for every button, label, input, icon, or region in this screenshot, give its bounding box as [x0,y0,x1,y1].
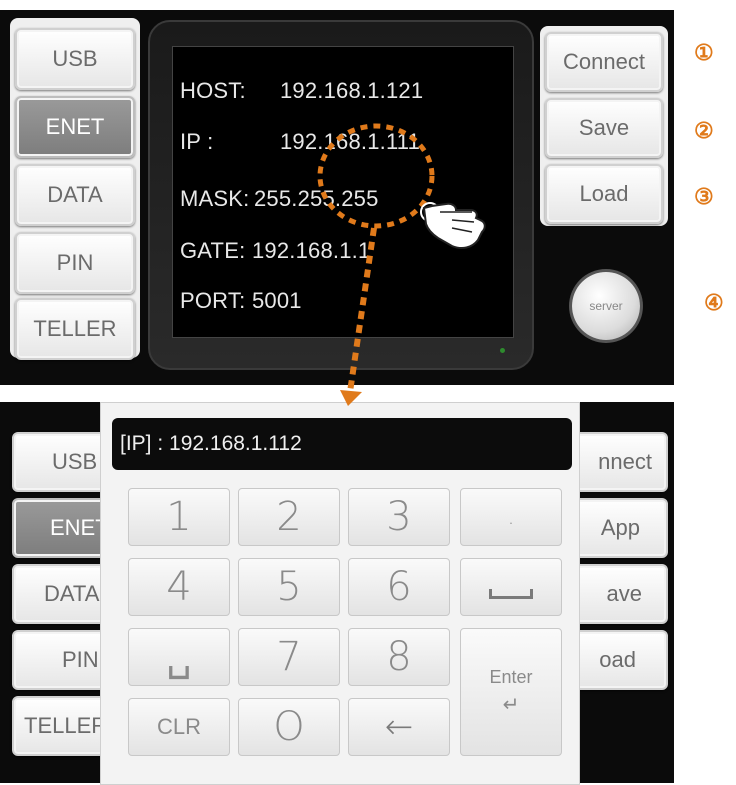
key-space[interactable] [460,558,562,616]
connect-button[interactable]: Connect [545,32,663,92]
callout-1: ① [694,40,714,65]
app-label-bottom: App [600,515,640,540]
usb-button[interactable]: USB [15,28,135,90]
key-backspace[interactable]: ← [348,698,450,756]
key-6[interactable]: 6 [348,558,450,616]
key-9[interactable]: 8 [348,628,450,686]
port-row: PORT: 5001 [180,288,302,314]
port-value: 5001 [252,288,302,313]
mask-row: MASK: 255.255.255 [180,186,378,212]
key-o[interactable]: O [238,698,340,756]
callout-4: ④ [704,290,724,315]
data-button[interactable]: DATA [15,164,135,226]
pin-label-bottom: PIN [62,647,99,672]
connect-label-bottom: nnect [598,449,652,474]
enet-button[interactable]: ENET [15,96,135,158]
gate-row: GATE: 192.168.1.1 [180,238,370,264]
callout-3: ③ [694,184,714,209]
mask-value: 255.255.255 [254,186,379,211]
back-arrow-icon: ← [384,707,414,747]
teller-label-bottom: TELLER [24,713,108,738]
server-button[interactable]: server [572,272,640,340]
usb-label-bottom: USB [52,449,98,474]
ip-value[interactable]: 192.168.1.111 [280,129,420,155]
host-value: 192.168.1.121 [280,78,424,103]
host-row: HOST: 192.168.1.121 [180,78,423,104]
save-label-bottom: ave [606,581,642,606]
key-clr[interactable]: CLR [128,698,230,756]
host-label: HOST: [180,78,246,103]
space-icon [489,589,533,599]
status-led [500,348,505,353]
port-label: PORT: [180,288,246,313]
key-8[interactable]: 7 [238,628,340,686]
server-label: server [589,299,623,313]
key-1[interactable]: 1 [128,488,230,546]
key-2[interactable]: 2 [238,488,340,546]
gate-label: GATE: [180,238,246,263]
key-7[interactable]: ␣ [128,628,230,686]
ip-row[interactable]: IP : 192.168.1.111 [180,129,420,155]
teller-button[interactable]: TELLER [15,298,135,360]
key-enter[interactable]: Enter ↵ [460,628,562,756]
key-3[interactable]: 3 [348,488,450,546]
load-button[interactable]: Load [545,164,663,224]
enter-icon: ↵ [502,694,520,716]
save-button[interactable]: Save [545,98,663,158]
ip-label: IP : [180,129,214,154]
key-4[interactable]: 4 [128,558,230,616]
data-label-bottom: DATA [44,581,100,606]
key-dot[interactable]: . [460,488,562,546]
pin-button[interactable]: PIN [15,232,135,294]
mask-label: MASK: [180,186,250,211]
gate-value: 192.168.1.1 [252,238,371,263]
load-label-bottom: oad [599,647,636,672]
callout-2: ② [694,118,714,143]
enter-label: Enter [489,667,533,687]
keypad-display: [IP] : 192.168.1.112 [112,418,572,470]
key-5[interactable]: 5 [238,558,340,616]
